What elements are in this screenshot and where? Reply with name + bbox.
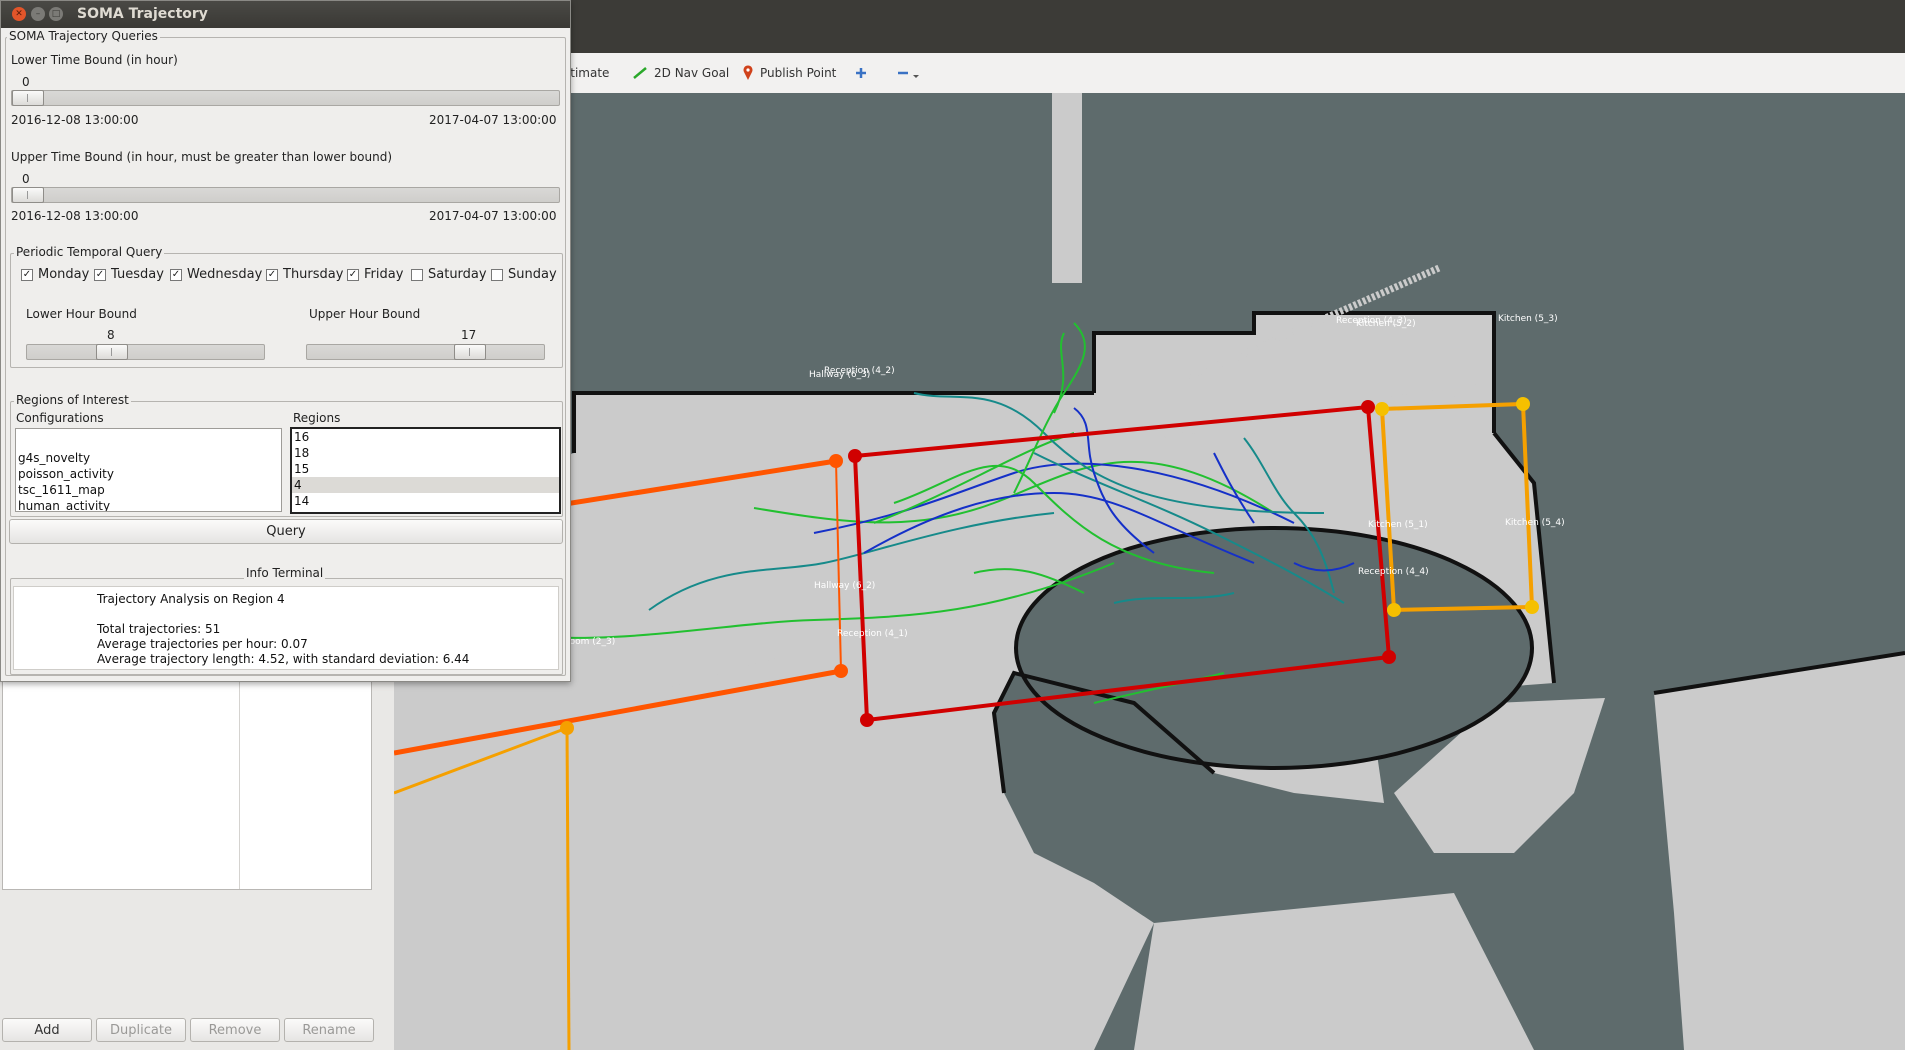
rviz-toolbar: stimate 2D Nav Goal Publish Point xyxy=(560,53,1905,94)
checkbox-label: Friday xyxy=(364,267,404,282)
friday-checkbox[interactable]: ✓ Friday xyxy=(347,267,403,282)
add-button[interactable]: Add xyxy=(2,1018,92,1042)
occupancy-map: Reception (4_2) Hallway (6_3) Reception … xyxy=(394,93,1905,1050)
slider-handle[interactable] xyxy=(12,90,44,106)
saturday-checkbox[interactable]: Saturday xyxy=(411,267,487,282)
lower-time-slider[interactable] xyxy=(11,90,560,106)
nav-goal-tool[interactable]: 2D Nav Goal xyxy=(632,63,729,83)
list-item[interactable] xyxy=(16,429,281,445)
upper-time-slider[interactable] xyxy=(11,187,560,203)
info-line: Average trajectories per hour: 0.07 xyxy=(97,637,308,651)
info-terminal-title: Info Terminal xyxy=(244,566,326,580)
list-item[interactable]: tsc_1611_map xyxy=(16,482,281,498)
list-item[interactable]: 16 xyxy=(292,429,559,445)
soma-trajectory-window: ✕ – □ SOMA Trajectory SOMA Trajectory Qu… xyxy=(0,0,571,682)
upper-time-value: 0 xyxy=(22,172,30,186)
list-item-selected[interactable]: 4 xyxy=(292,477,559,493)
checkbox-box: ✓ xyxy=(266,268,278,281)
plus-icon xyxy=(856,68,866,78)
checkbox-box: ✓ xyxy=(347,268,359,281)
list-item[interactable]: 15 xyxy=(292,461,559,477)
lower-time-end: 2017-04-07 13:00:00 xyxy=(429,113,557,127)
slider-handle[interactable] xyxy=(96,344,128,360)
remove-button[interactable]: Remove xyxy=(190,1018,280,1042)
roi-group-title: Regions of Interest xyxy=(14,393,131,407)
region-label: Kitchen (5_1) xyxy=(1368,520,1428,530)
checkbox-box xyxy=(411,268,423,281)
maximize-icon[interactable]: □ xyxy=(49,7,63,21)
checkbox-label: Sunday xyxy=(508,267,557,282)
checkbox-label: Thursday xyxy=(283,267,344,282)
region-label: Hallway (6_2) xyxy=(814,581,875,591)
regions-list[interactable]: 16 18 15 4 14 xyxy=(290,427,561,514)
list-item[interactable]: 14 xyxy=(292,493,559,509)
checkbox-label: Tuesday xyxy=(111,267,164,282)
checkbox-box: ✓ xyxy=(21,268,33,281)
wednesday-checkbox[interactable]: ✓ Wednesday xyxy=(170,267,262,282)
query-button[interactable]: Query xyxy=(9,519,563,544)
tuesday-checkbox[interactable]: ✓ Tuesday xyxy=(94,267,164,282)
window-titlebar: ✕ – □ SOMA Trajectory xyxy=(1,1,570,28)
monday-checkbox[interactable]: ✓ Monday xyxy=(21,267,89,282)
checkbox-label: Monday xyxy=(38,267,90,282)
map-3d-view[interactable]: Reception (4_2) Hallway (6_3) Reception … xyxy=(394,93,1905,1050)
info-terminal-text: Trajectory Analysis on Region 4 Total tr… xyxy=(13,586,559,670)
upper-hour-slider[interactable] xyxy=(306,344,545,360)
add-tool-button[interactable] xyxy=(854,63,868,83)
list-item[interactable]: 18 xyxy=(292,445,559,461)
checkbox-box: ✓ xyxy=(94,268,106,281)
region-label: Hallway (6_3) xyxy=(809,370,870,380)
list-item[interactable]: poisson_activity xyxy=(16,466,281,482)
minimize-icon[interactable]: – xyxy=(31,7,45,21)
region-label: Reception (4_4) xyxy=(1358,567,1429,577)
checkbox-box: ✓ xyxy=(170,268,182,281)
list-item[interactable]: g4s_novelty xyxy=(16,450,281,466)
lower-hour-label: Lower Hour Bound xyxy=(26,307,137,321)
thursday-checkbox[interactable]: ✓ Thursday xyxy=(266,267,343,282)
corridor xyxy=(1052,93,1082,283)
info-line: Total trajectories: 51 xyxy=(97,622,221,636)
lower-hour-slider[interactable] xyxy=(26,344,265,360)
queries-group-title: SOMA Trajectory Queries xyxy=(7,29,160,43)
publish-point-label: Publish Point xyxy=(760,66,837,80)
checkbox-label: Saturday xyxy=(428,267,487,282)
checkbox-box xyxy=(491,268,503,281)
upper-time-end: 2017-04-07 13:00:00 xyxy=(429,209,557,223)
slider-handle[interactable] xyxy=(12,187,44,203)
region-label: Kitchen (5_3) xyxy=(1498,314,1558,324)
configurations-label: Configurations xyxy=(16,411,104,425)
upper-hour-value: 17 xyxy=(461,328,477,342)
list-item[interactable]: human_activity xyxy=(16,498,281,511)
configurations-list[interactable]: g4s_novelty poisson_activity tsc_1611_ma… xyxy=(15,428,282,512)
region-label: Reception (4_1) xyxy=(837,629,908,639)
nav-goal-label: 2D Nav Goal xyxy=(654,66,730,80)
info-line: Trajectory Analysis on Region 4 xyxy=(97,592,285,606)
sunday-checkbox[interactable]: Sunday xyxy=(491,267,557,282)
minus-dropdown-icon xyxy=(898,71,919,78)
window-title: SOMA Trajectory xyxy=(77,6,208,22)
lower-hour-value: 8 xyxy=(107,328,115,342)
upper-hour-label: Upper Hour Bound xyxy=(309,307,421,321)
publish-point-tool[interactable]: Publish Point xyxy=(742,63,836,83)
regions-label: Regions xyxy=(293,411,341,425)
map-pin-icon xyxy=(743,65,753,80)
upper-time-label: Upper Time Bound (in hour, must be great… xyxy=(11,150,393,164)
region-label: Kitchen (5_2) xyxy=(1356,319,1416,329)
rename-button[interactable]: Rename xyxy=(284,1018,374,1042)
duplicate-button[interactable]: Duplicate xyxy=(96,1018,186,1042)
region-label: Kitchen (5_4) xyxy=(1505,518,1565,528)
upper-time-start: 2016-12-08 13:00:00 xyxy=(11,209,139,223)
info-line: Average trajectory length: 4.52, with st… xyxy=(97,652,470,666)
lower-time-label: Lower Time Bound (in hour) xyxy=(11,53,178,67)
close-icon[interactable]: ✕ xyxy=(12,7,26,21)
nav-goal-icon xyxy=(633,67,647,79)
remove-tool-button[interactable] xyxy=(896,63,922,83)
periodic-group-title: Periodic Temporal Query xyxy=(14,245,165,259)
lower-time-value: 0 xyxy=(22,75,30,89)
checkbox-label: Wednesday xyxy=(187,267,263,282)
slider-handle[interactable] xyxy=(454,344,486,360)
lower-time-start: 2016-12-08 13:00:00 xyxy=(11,113,139,127)
